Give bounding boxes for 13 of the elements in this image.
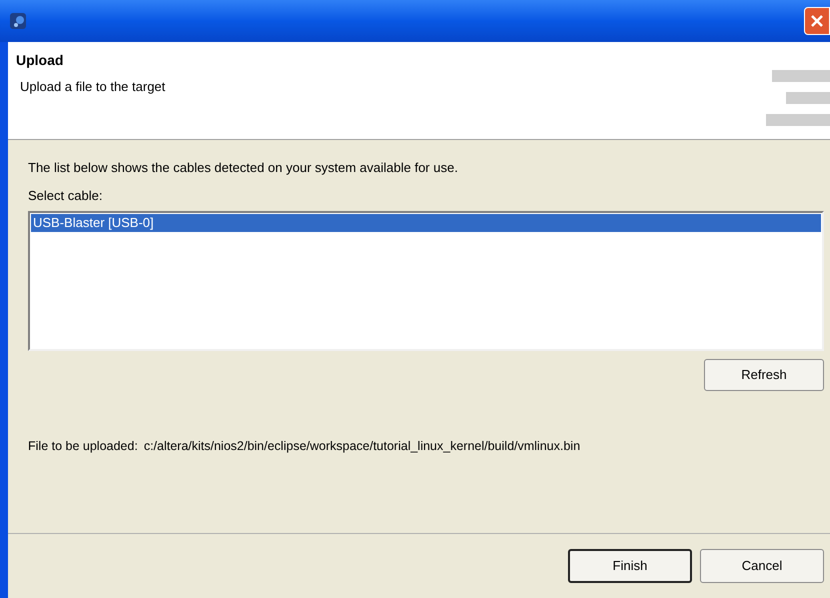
dialog-button[interactable]: Finish [568, 549, 692, 583]
refresh-button[interactable]: Refresh [704, 359, 824, 391]
dialog-button[interactable]: Cancel [700, 549, 824, 583]
close-button[interactable] [804, 7, 830, 35]
page-description: Upload a file to the target [20, 78, 166, 96]
file-label: File to be uploaded: [28, 438, 138, 455]
cable-item[interactable]: USB-Blaster [USB-0] [31, 214, 821, 232]
intro-text: The list below shows the cables detected on your system available for use. [28, 159, 459, 177]
cable-list[interactable]: USB-Blaster [USB-0] [28, 211, 824, 351]
page-title: Upload [16, 51, 64, 70]
close-icon [810, 14, 824, 28]
file-path: c:/altera/kits/nios2/bin/eclipse/workspace/tutorial_linux_kernel/build/vmlinux.bin [144, 438, 580, 455]
select-cable-label: Select cable: [28, 186, 104, 204]
